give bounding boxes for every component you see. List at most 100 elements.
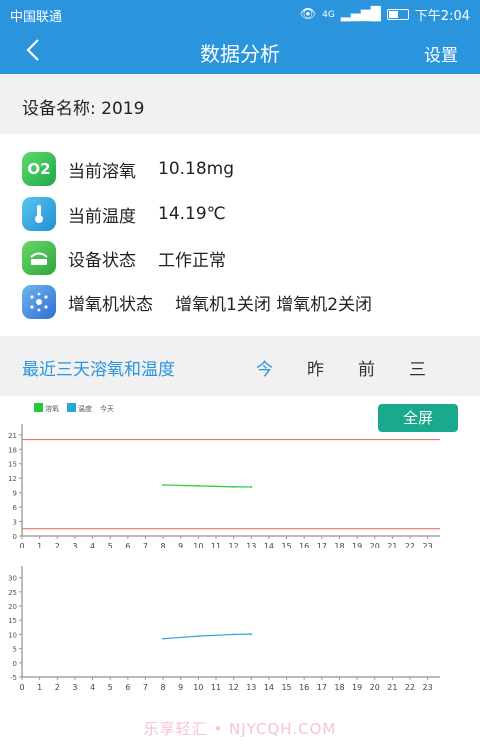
watermark: 乐享轻汇 • NJYCQH.COM [143,720,337,738]
y-tick-label: 12 [8,475,17,483]
x-tick-label: 7 [143,542,148,548]
x-tick-label: 20 [370,542,380,548]
x-tick-label: 22 [405,542,415,548]
x-tick-label: 16 [299,542,309,548]
device-icon [22,241,56,275]
x-tick-label: 14 [264,542,274,548]
temperature-value: 14.19℃ [158,204,226,224]
x-tick-label: 9 [178,542,183,548]
y-tick-label: 18 [8,446,17,454]
y-tick-label: 15 [8,617,17,625]
x-tick-label: 13 [246,683,256,692]
aerator-value: 增氧机1关闭 增氧机2关闭 [175,294,373,315]
series-line [163,633,252,640]
legend-label: 溶氧 [45,404,59,413]
legend-swatch [67,403,76,412]
x-tick-label: 21 [387,683,397,692]
eye-icon: 👁 [299,7,317,22]
x-tick-label: 3 [72,542,77,548]
y-tick-label: 3 [13,519,17,527]
info-row-temperature: 当前温度 14.19℃ [22,196,226,232]
tab-today[interactable]: 今 [256,355,273,380]
x-tick-label: 10 [193,683,203,692]
clock-label: 下午2:04 [414,9,470,24]
x-tick-label: 15 [281,683,291,692]
series-line [163,484,252,488]
device-status-value: 工作正常 [158,250,226,271]
x-tick-label: 18 [334,683,344,692]
temperature-label: 当前温度 [68,206,136,227]
carrier-label: 中国联通 [10,10,63,25]
chart-tabs-bar: 最近三天溶氧和温度 今 昨 前 三 [0,336,480,396]
device-name-bar: 设备名称: 2019 [0,74,480,134]
x-tick-label: 4 [90,542,95,548]
y-tick-label: 9 [13,490,17,498]
nav-bar: 数据分析 设置 [0,28,480,74]
x-tick-label: 10 [193,542,203,548]
settings-button[interactable]: 设置 [424,41,458,66]
x-tick-label: 19 [352,542,362,548]
x-tick-label: 7 [143,683,148,692]
data-point [250,633,253,636]
x-tick-label: 21 [387,542,397,548]
tab-day-before[interactable]: 前 [358,355,375,380]
x-tick-label: 6 [125,683,130,692]
y-tick-label: 0 [13,660,17,668]
y-tick-label: 5 [13,646,17,654]
legend-label: 温度 [78,404,92,413]
battery-icon [386,9,409,20]
y-tick-label: 21 [8,432,17,440]
oxygen-label: 当前溶氧 [68,161,136,182]
x-tick-label: 12 [229,683,239,692]
data-point [232,633,235,636]
y-tick-label: 15 [8,461,17,469]
oxygen-chart: 溶氧 温度 今天0369121518210 1 2 3 4 5 6 7 8 9 10 11 12 13 14 15… [8,403,440,548]
x-tick-label: 20 [370,683,380,692]
x-tick-label: 3 [72,683,77,692]
y-tick-label: 20 [8,603,17,611]
data-point [232,485,235,488]
x-tick-label: 13 [246,542,256,548]
page-title: 数据分析 [200,42,280,66]
x-tick-label: 2 [55,683,60,692]
y-tick-label: 10 [8,631,17,639]
x-tick-label: 5 [108,542,113,548]
x-tick-label: 17 [317,683,327,692]
o2-icon: O2 [22,152,56,186]
x-tick-label: 0 [19,542,24,548]
status-bar: 中国联通 👁 4G ▂▄▆█ 下午2:04 [0,0,480,28]
x-tick-label: 23 [423,683,433,692]
info-row-device-status: 设备状态 工作正常 [22,240,226,276]
temperature-chart: -50510152025300 1 2 3 4 5 6 7 8 9 10 11 12 13 14 15 16 17… [8,566,440,692]
x-tick-label: 23 [423,542,433,548]
x-tick-label: 0 [19,683,24,692]
y-tick-label: 25 [8,589,17,597]
x-tick-label: 12 [229,542,239,548]
x-tick-label: 18 [334,542,344,548]
x-tick-label: 1 [37,683,42,692]
x-tick-label: 9 [178,683,183,692]
tab-yesterday[interactable]: 昨 [307,355,324,380]
signal-icon: ▂▄▆█ [340,7,381,22]
y-tick-label: -5 [10,674,17,682]
data-point [197,635,200,638]
x-tick-label: 22 [405,683,415,692]
x-tick-label: 2 [55,542,60,548]
x-tick-label: 17 [317,542,327,548]
y-tick-label: 0 [13,533,17,541]
oxygen-value: 10.18mg [158,159,235,179]
legend-swatch [34,403,43,412]
thermometer-icon [22,197,56,231]
x-tick-label: 11 [211,542,221,548]
data-point [197,484,200,487]
tab-three-days[interactable]: 三 [409,355,426,380]
x-tick-label: 16 [299,683,309,692]
status-icons: 👁 4G ▂▄▆█ 下午2:04 [300,5,470,24]
info-row-aerator: 增氧机状态 增氧机1关闭 增氧机2关闭 [22,284,372,320]
legend-label: 今天 [100,404,114,413]
x-tick-label: 11 [211,683,221,692]
data-point [162,484,164,486]
data-point [162,637,164,640]
x-tick-label: 8 [161,542,166,548]
info-row-oxygen: O2 当前溶氧 10.18mg [22,151,234,187]
